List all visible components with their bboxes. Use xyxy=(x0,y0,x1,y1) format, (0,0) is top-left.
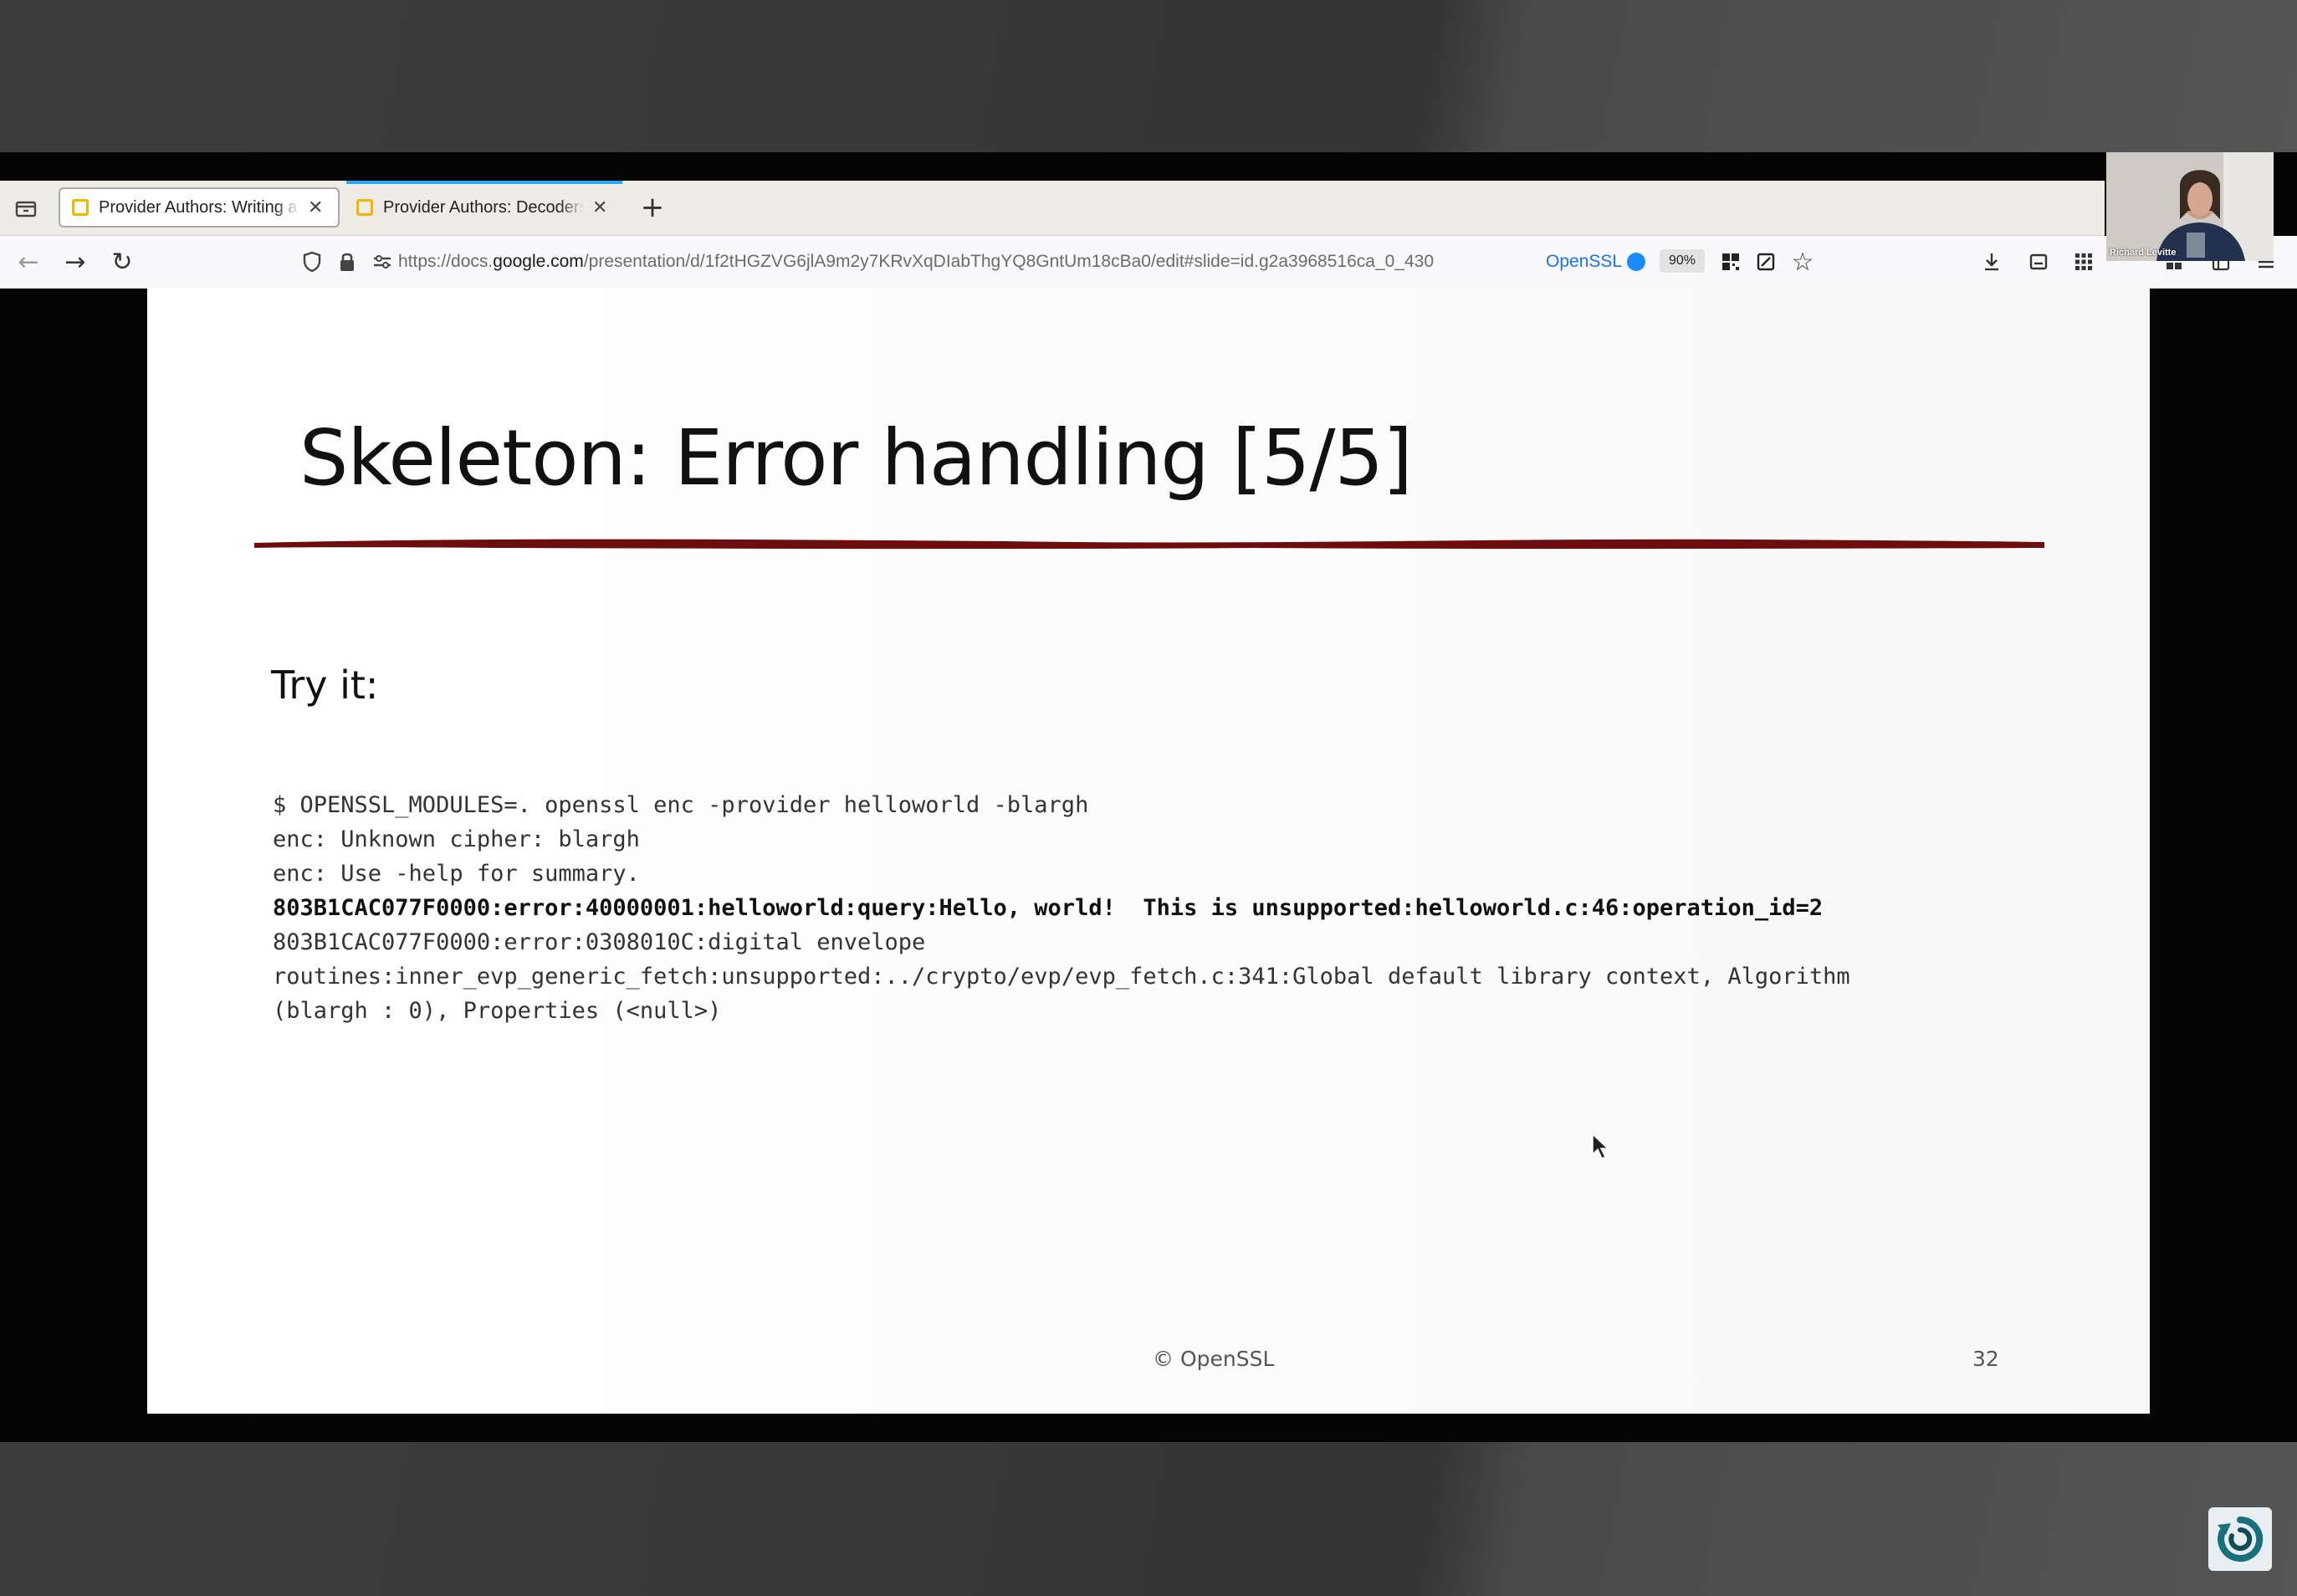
webcam-name-label: Richard Levitte xyxy=(2110,248,2177,258)
apps-grid-icon[interactable] xyxy=(2071,249,2096,274)
code-line: enc: Unknown cipher: blargh xyxy=(273,826,640,852)
slide-page-number: 32 xyxy=(1972,1347,1999,1371)
site-permissions-icon[interactable] xyxy=(370,249,395,274)
tab-list-icon[interactable] xyxy=(12,194,40,223)
code-line-highlighted: 803B1CAC077F0000:error:40000001:hellowor… xyxy=(273,895,1824,921)
terminal-output: $ OPENSSL_MODULES=. openssl enc -provide… xyxy=(273,788,1850,1028)
downloads-icon[interactable] xyxy=(1979,249,2004,274)
video-background-top xyxy=(0,0,2297,152)
forward-icon[interactable]: → xyxy=(60,248,90,277)
qr-code-icon[interactable] xyxy=(1718,249,1743,274)
url-prefix: https://docs. xyxy=(398,252,494,271)
lock-icon[interactable] xyxy=(335,249,360,274)
new-tab-button[interactable]: + xyxy=(636,189,669,226)
webcam-overlay: Richard Levitte xyxy=(2106,152,2274,261)
video-background-bottom xyxy=(0,1442,2297,1596)
presentation-slide: Skeleton: Error handling [5/5] Try it: $… xyxy=(147,288,2150,1414)
title-underline xyxy=(254,539,2044,550)
reload-icon[interactable]: ↻ xyxy=(107,248,137,277)
tab-title: Provider Authors: Writing a xyxy=(99,197,298,217)
tab-provider-authors-decoders[interactable]: Provider Authors: Decoders ✕ xyxy=(345,187,626,228)
browser-tab-bar: Provider Authors: Writing a ✕ Provider A… xyxy=(0,181,2105,236)
address-bar[interactable]: https://docs. google.com/presentation/d/1… xyxy=(398,236,1434,288)
zoom-level-button[interactable]: 90% xyxy=(1660,249,1705,273)
reader-view-icon[interactable] xyxy=(2026,249,2051,274)
active-tab-indicator xyxy=(346,181,622,184)
url-path: /presentation/d/1f2tHGZVG6jlA9m2y7KRvXqD… xyxy=(583,252,1435,271)
tracking-protection-shield-icon[interactable] xyxy=(299,249,325,274)
close-tab-icon[interactable]: ✕ xyxy=(308,197,323,218)
screenshot-icon[interactable] xyxy=(1753,249,1778,274)
browser-nav-bar: ← → ↻ https://docs. google.com/presentati… xyxy=(0,236,2297,289)
slide-subtitle: Try it: xyxy=(271,662,379,708)
account-label: OpenSSL xyxy=(1546,252,1623,271)
close-tab-icon[interactable]: ✕ xyxy=(592,197,607,218)
code-line: routines:inner_evp_generic_fetch:unsuppo… xyxy=(273,964,1850,990)
code-line: enc: Use -help for summary. xyxy=(273,861,640,887)
code-line: $ OPENSSL_MODULES=. openssl enc -provide… xyxy=(273,792,1089,818)
slides-favicon-icon xyxy=(72,199,89,216)
back-icon[interactable]: ← xyxy=(13,248,43,277)
code-line: 803B1CAC077F0000:error:0308010C:digital … xyxy=(273,929,926,955)
tab-provider-authors-writing[interactable]: Provider Authors: Writing a ✕ xyxy=(59,187,340,228)
meeting-app-logo-icon xyxy=(2208,1507,2272,1571)
tab-title: Provider Authors: Decoders xyxy=(383,197,584,217)
slide-title: Skeleton: Error handling [5/5] xyxy=(299,413,1413,503)
slides-favicon-icon xyxy=(356,199,373,216)
status-dot-icon xyxy=(1627,253,1646,271)
presenter-silhouette xyxy=(2106,152,2274,261)
code-line: (blargh : 0), Properties (<null>) xyxy=(273,998,722,1024)
account-button[interactable]: OpenSSL xyxy=(1546,248,1646,276)
bookmark-star-icon[interactable]: ☆ xyxy=(1788,248,1817,277)
slide-footer-copyright: © OpenSSL xyxy=(1153,1347,1275,1371)
mouse-cursor-icon xyxy=(1592,1133,1609,1160)
url-host: google.com xyxy=(493,252,584,271)
